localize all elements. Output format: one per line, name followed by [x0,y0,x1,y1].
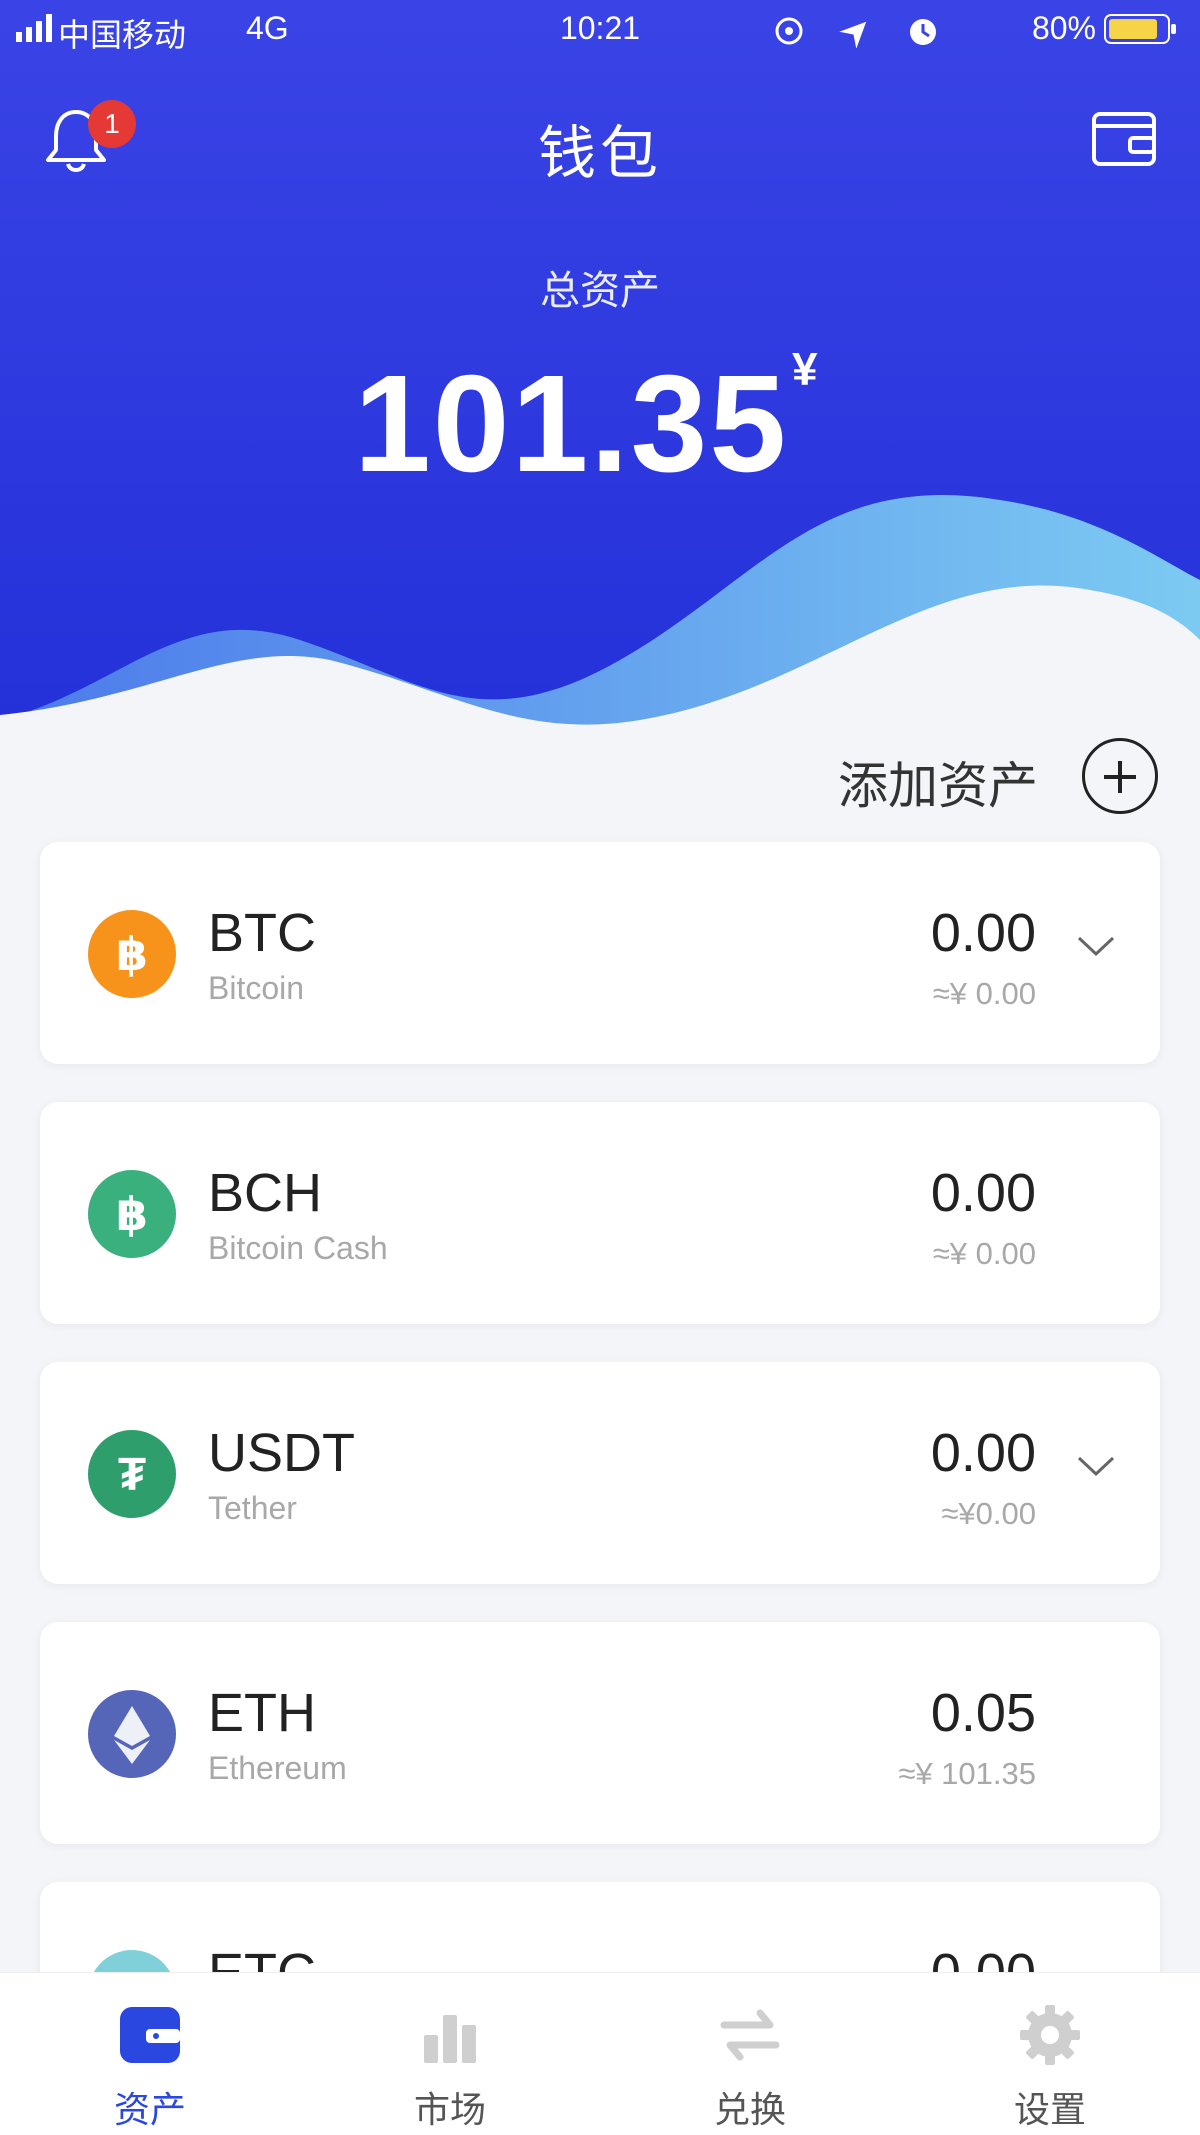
tab-label: 兑换 [713,2089,786,2130]
tab-settings[interactable]: 设置 [900,1973,1200,2135]
total-assets-currency: ¥ [792,343,818,395]
asset-cny-value: ≈¥0.00 [941,1496,1036,1531]
exchange-icon [720,2009,780,2061]
chevron-down-icon[interactable] [1076,934,1116,958]
status-bar: 中国移动 4G 10:21 80% [0,0,1200,62]
tab-exchange[interactable]: 兑换 [600,1973,900,2135]
ethereum-icon [88,1690,176,1778]
bitcoin-icon: ฿ [88,910,176,998]
tab-assets[interactable]: 资产 [0,1973,300,2135]
tether-icon: ₮ [88,1430,176,1518]
wallet-switch-icon[interactable] [1090,106,1160,172]
bitcoin-cash-icon: ฿ [88,1170,176,1258]
asset-balance: 0.05 [930,1683,1036,1743]
status-icons [775,17,936,48]
battery-percent: 80% [1031,10,1096,46]
wallet-icon [120,2007,180,2063]
asset-cny-value: ≈¥ 0.00 [932,1236,1036,1271]
asset-symbol: BTC [208,903,316,963]
tab-market[interactable]: 市场 [300,1973,600,2135]
asset-balance: 0.00 [930,903,1036,963]
asset-card-usdt[interactable]: ₮ USDT Tether 0.00 ≈¥0.00 [40,1362,1160,1584]
add-asset-label[interactable]: 添加资产 [838,746,1038,818]
asset-symbol: USDT [208,1423,355,1483]
asset-balance: 0.00 [930,1423,1036,1483]
tab-label: 市场 [413,2089,486,2130]
asset-card-bch[interactable]: ฿ BCH Bitcoin Cash 0.00 ≈¥ 0.00 [40,1102,1160,1324]
asset-name: Bitcoin Cash [208,1230,388,1266]
battery-icon [1104,14,1176,44]
bar-chart-icon [424,2015,476,2063]
chevron-down-icon[interactable] [1076,1454,1116,1478]
page-title: 钱包 [537,121,662,186]
gear-icon [1020,2005,1080,2065]
asset-name: Ethereum [208,1750,347,1786]
asset-cny-value: ≈¥ 0.00 [932,976,1036,1011]
asset-card-eth[interactable]: ETH Ethereum 0.05 ≈¥ 101.35 [40,1622,1160,1844]
asset-card-btc[interactable]: ฿ BTC Bitcoin 0.00 ≈¥ 0.00 [40,842,1160,1064]
total-assets-value: 101.35 [354,347,789,501]
asset-balance: 0.00 [930,1163,1036,1223]
add-asset-button[interactable] [1082,738,1158,814]
clock: 10:21 [559,10,641,46]
asset-name: Tether [208,1490,297,1526]
tab-label: 设置 [1013,2089,1086,2130]
asset-symbol: ETH [208,1683,316,1743]
bottom-tab-bar: 资产 市场 兑换 设置 [0,1972,1200,2135]
asset-cny-value: ≈¥ 101.35 [898,1756,1036,1791]
asset-name: Bitcoin [208,970,305,1006]
total-assets-label: 总资产 [540,269,660,313]
tab-label: 资产 [113,2089,186,2130]
asset-symbol: BCH [208,1163,323,1223]
